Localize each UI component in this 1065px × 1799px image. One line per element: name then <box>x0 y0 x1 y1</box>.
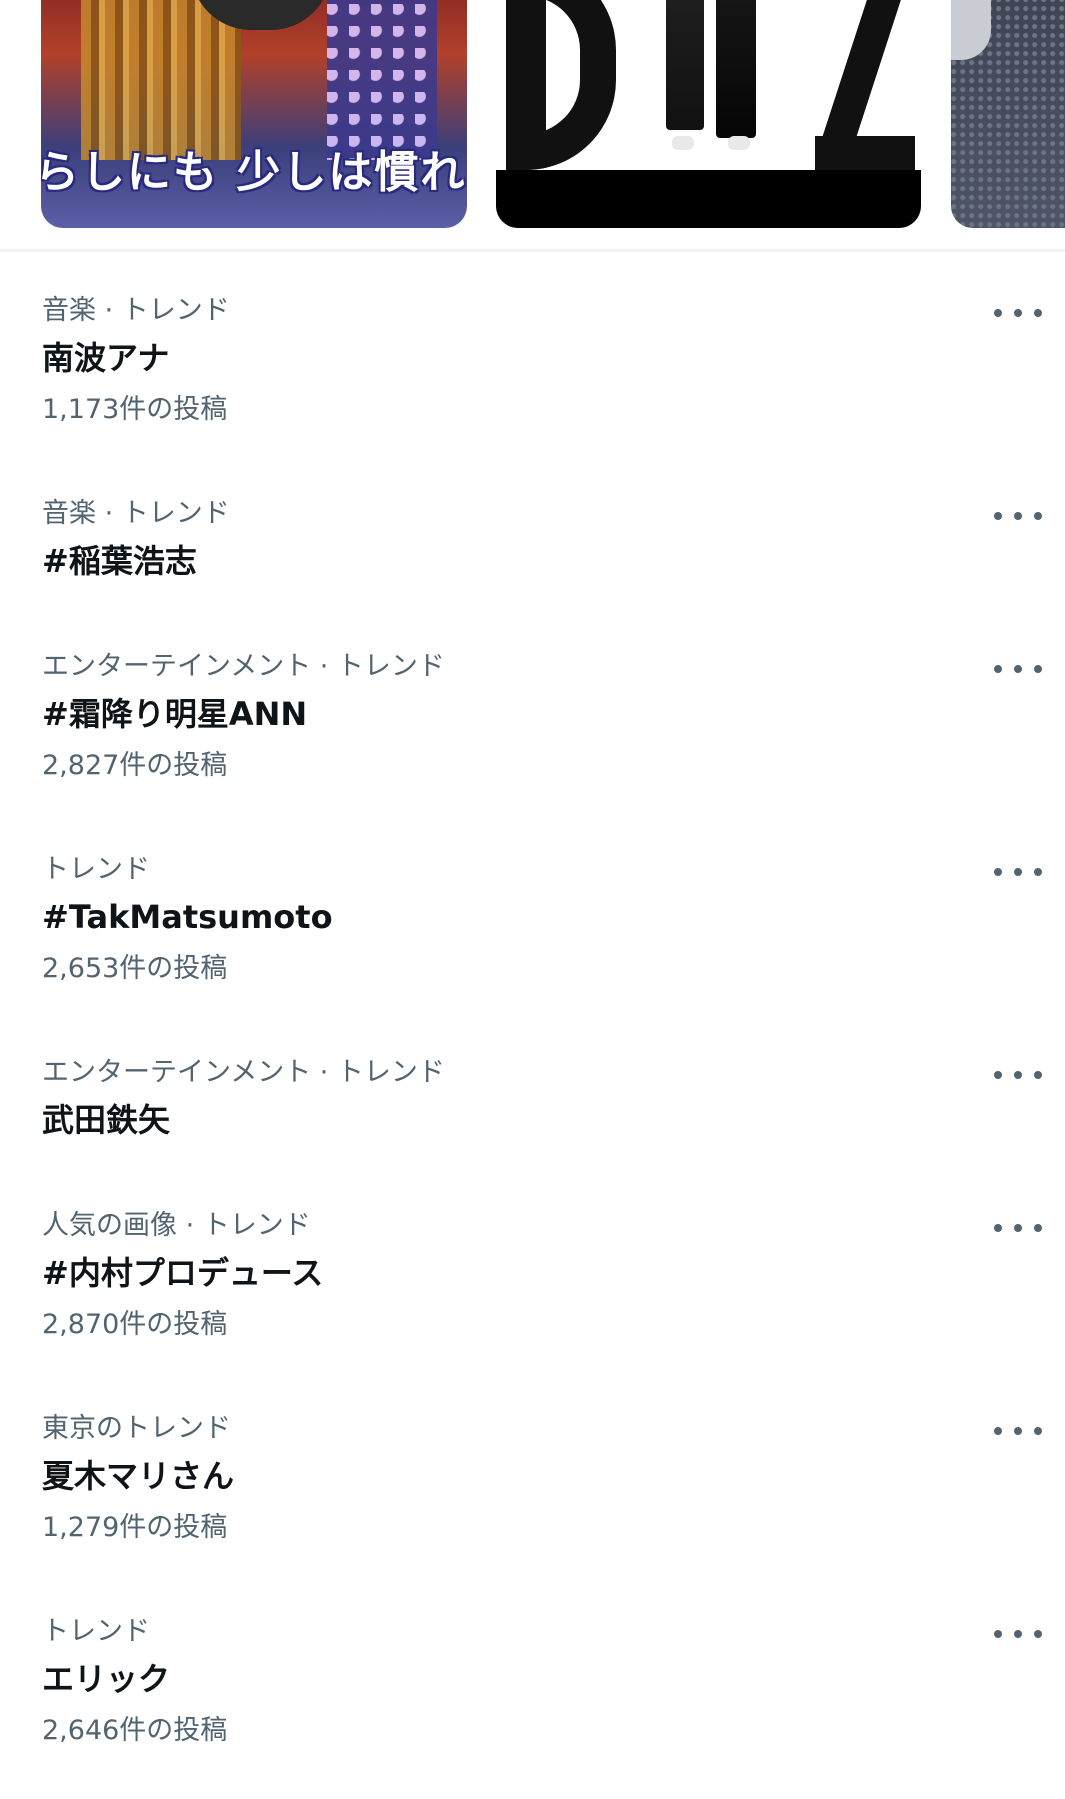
trend-category: トレンド <box>42 854 150 885</box>
dot <box>1014 1630 1022 1638</box>
trend-post-count: 2,653件の投稿 <box>42 953 228 984</box>
dot <box>1034 665 1042 673</box>
dot <box>1034 1427 1042 1435</box>
media-card-caption: らしにも 少しは慣れ <box>41 147 467 198</box>
trend-name: #霜降り明星ANN <box>42 695 308 733</box>
media-card-footer-bar <box>496 170 921 228</box>
dot <box>1034 512 1042 520</box>
trend-item[interactable]: エンターテインメント · トレンド 武田鉄矢 <box>0 1055 1065 1165</box>
trend-category: エンターテインメント · トレンド <box>42 651 445 682</box>
dot <box>1014 512 1022 520</box>
dot <box>1014 309 1022 317</box>
more-horizontal-icon[interactable] <box>994 297 1042 329</box>
trend-name: #内村プロデュース <box>42 1254 324 1292</box>
car-shape <box>951 0 991 60</box>
shoe <box>728 136 750 150</box>
dot <box>1034 309 1042 317</box>
shoe <box>672 136 694 150</box>
logo-stroke <box>815 136 915 170</box>
trend-post-count: 1,279件の投稿 <box>42 1512 228 1543</box>
media-card-street-photo[interactable] <box>951 0 1065 228</box>
trend-category: エンターテインメント · トレンド <box>42 1057 445 1088</box>
dot <box>1014 1224 1022 1232</box>
dot <box>994 1224 1002 1232</box>
trend-name: #稲葉浩志 <box>42 542 197 580</box>
dot <box>994 868 1002 876</box>
trend-name: 南波アナ <box>42 339 170 377</box>
trend-post-count: 2,870件の投稿 <box>42 1309 228 1340</box>
dot <box>1014 1427 1022 1435</box>
more-horizontal-icon[interactable] <box>994 653 1042 685</box>
more-horizontal-icon[interactable] <box>994 500 1042 532</box>
media-card-tv-caption[interactable]: らしにも 少しは慣れ <box>41 0 467 228</box>
dot <box>1014 1071 1022 1079</box>
person-figure <box>716 0 756 138</box>
trend-name: 武田鉄矢 <box>42 1101 171 1139</box>
logo-letter <box>815 0 915 170</box>
media-card-band-logo[interactable] <box>496 0 921 228</box>
dot <box>1034 1071 1042 1079</box>
dot <box>1034 868 1042 876</box>
dot <box>994 512 1002 520</box>
trend-media-carousel: らしにも 少しは慣れ <box>0 0 1065 229</box>
dot <box>1034 1224 1042 1232</box>
person-figure <box>666 0 704 130</box>
more-horizontal-icon[interactable] <box>994 1059 1042 1091</box>
trend-category: 音楽 · トレンド <box>42 295 230 326</box>
dot <box>1034 1630 1042 1638</box>
more-horizontal-icon[interactable] <box>994 1618 1042 1650</box>
logo-letter <box>506 0 616 170</box>
dot <box>994 1427 1002 1435</box>
trend-post-count: 2,827件の投稿 <box>42 750 228 781</box>
more-horizontal-icon[interactable] <box>994 1212 1042 1244</box>
trend-category: 東京のトレンド <box>42 1413 231 1444</box>
trend-item[interactable]: トレンド #TakMatsumoto 2,653件の投稿 <box>0 852 1065 1012</box>
band-members-photo <box>666 0 766 150</box>
trend-item[interactable]: エンターテインメント · トレンド #霜降り明星ANN 2,827件の投稿 <box>0 649 1065 809</box>
dot <box>994 1071 1002 1079</box>
section-divider <box>0 249 1065 252</box>
trend-category: 人気の画像 · トレンド <box>42 1210 311 1241</box>
trend-category: 音楽 · トレンド <box>42 498 230 529</box>
logo-stroke <box>818 0 914 150</box>
trend-post-count: 1,173件の投稿 <box>42 394 228 425</box>
dot <box>1014 665 1022 673</box>
more-horizontal-icon[interactable] <box>994 1415 1042 1447</box>
trend-category: トレンド <box>42 1616 150 1647</box>
trend-name: 夏木マリさん <box>42 1457 235 1495</box>
trend-item[interactable]: 音楽 · トレンド #稲葉浩志 <box>0 496 1065 606</box>
trend-item[interactable]: 音楽 · トレンド 南波アナ 1,173件の投稿 <box>0 293 1065 453</box>
trend-item[interactable]: 東京のトレンド 夏木マリさん 1,279件の投稿 <box>0 1411 1065 1571</box>
dot <box>994 309 1002 317</box>
trend-name: #TakMatsumoto <box>42 898 333 936</box>
dot <box>994 665 1002 673</box>
trend-item[interactable]: トレンド エリック 2,646件の投稿 <box>0 1614 1065 1774</box>
trend-name: エリック <box>42 1660 171 1698</box>
dot <box>1014 868 1022 876</box>
more-horizontal-icon[interactable] <box>994 856 1042 888</box>
trend-item[interactable]: 人気の画像 · トレンド #内村プロデュース 2,870件の投稿 <box>0 1208 1065 1368</box>
trend-post-count: 2,646件の投稿 <box>42 1715 228 1746</box>
dot <box>994 1630 1002 1638</box>
